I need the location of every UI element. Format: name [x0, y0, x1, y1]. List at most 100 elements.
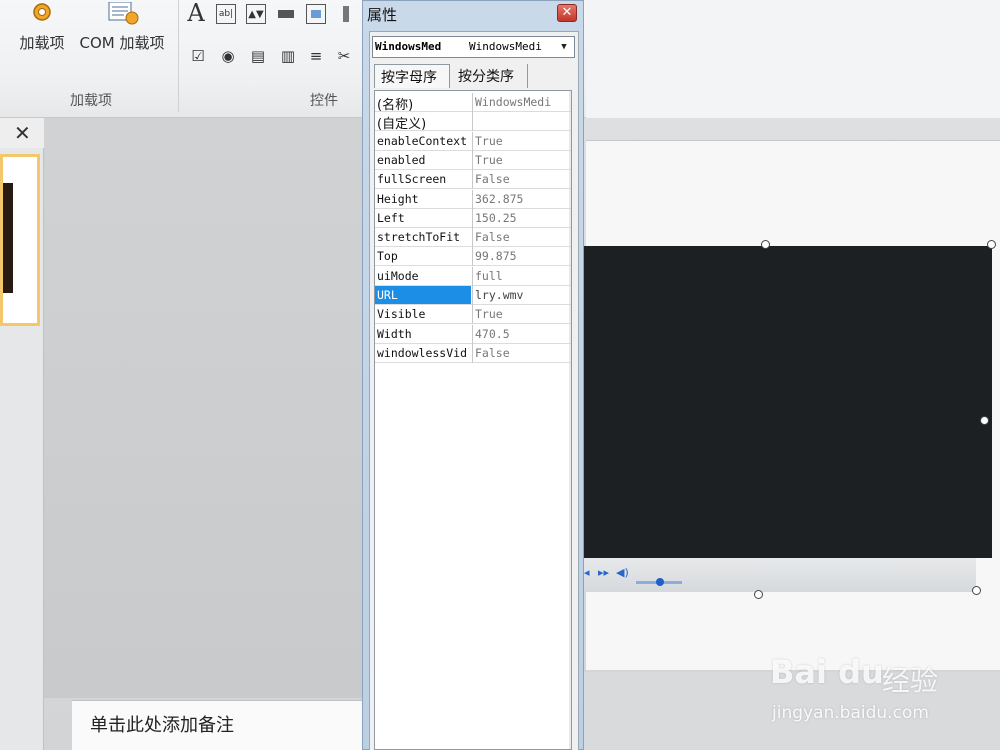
property-row[interactable]: (名称) WindowsMedi [375, 93, 571, 113]
slide-thumbnail-image [3, 183, 13, 293]
com-addins-label: COM 加载项 [79, 34, 165, 52]
slide-edit-area [44, 118, 364, 698]
property-row[interactable]: Visible True [375, 305, 571, 325]
tab-categorized[interactable]: 按分类序 [452, 64, 528, 88]
property-name: windowlessVid [377, 345, 468, 360]
property-divider [472, 208, 473, 228]
property-divider [472, 286, 473, 305]
spinbutton-control-icon[interactable]: ▲▼ [246, 4, 266, 24]
property-value[interactable]: lry.wmv [475, 288, 569, 302]
property-value[interactable]: True [475, 153, 569, 167]
volume-icon[interactable]: ◀) [616, 566, 629, 579]
property-value[interactable]: 470.5 [475, 327, 569, 341]
close-pane-icon[interactable]: ✕ [14, 122, 31, 144]
listbox-control-icon[interactable]: ▤ [248, 46, 268, 66]
object-name: WindowsMed [375, 40, 442, 53]
baidu-jingyan-watermark: Bai du 经验 jingyan.baidu.com [770, 645, 990, 735]
property-value[interactable]: WindowsMedi [475, 95, 569, 109]
property-value[interactable]: 99.875 [475, 249, 569, 263]
combobox-control-icon[interactable]: ▥ [278, 46, 298, 66]
notes-pane[interactable]: 单击此处添加备注 [72, 700, 364, 750]
optionbutton-control-icon[interactable]: ◉ [218, 46, 238, 66]
property-row[interactable]: stretchToFit False [375, 228, 571, 248]
property-name: Width [377, 326, 412, 341]
property-name: uiMode [377, 268, 419, 283]
property-name: URL [375, 286, 471, 304]
property-divider [472, 247, 473, 267]
property-divider [472, 150, 473, 170]
close-properties-button[interactable]: ✕ [557, 4, 577, 22]
chevron-down-icon[interactable]: ▼ [556, 39, 572, 55]
property-value[interactable]: 362.875 [475, 192, 569, 206]
property-row[interactable]: enabled True [375, 150, 571, 170]
property-row[interactable]: uiMode full [375, 266, 571, 286]
ribbon-empty-area [586, 0, 1000, 118]
property-divider [472, 228, 473, 248]
property-name: (名称) [377, 98, 414, 113]
property-value[interactable]: False [475, 172, 569, 186]
resize-handle-right[interactable] [980, 416, 989, 425]
image-control-icon[interactable] [306, 4, 326, 24]
com-addins-button[interactable]: COM 加载项 [72, 2, 172, 52]
property-name: (自定义) [377, 117, 427, 133]
resize-handle-top[interactable] [761, 240, 770, 249]
property-row[interactable]: Width 470.5 [375, 324, 571, 344]
windows-media-player-control[interactable] [584, 246, 992, 558]
property-divider [472, 170, 473, 190]
property-row[interactable]: windowlessVid False [375, 343, 571, 363]
properties-title: 属性 [367, 6, 398, 24]
gear-icon [33, 3, 51, 21]
property-row[interactable]: fullScreen False [375, 170, 571, 190]
property-name: Visible [377, 307, 426, 322]
object-selector[interactable]: WindowsMed WindowsMedi ▼ [372, 36, 575, 58]
object-type: WindowsMedi [469, 40, 542, 53]
watermark-url: jingyan.baidu.com [772, 703, 929, 723]
resize-handle-bottom[interactable] [754, 590, 763, 599]
com-addins-icon [108, 2, 139, 25]
label-control-icon[interactable]: A [186, 0, 206, 27]
property-row[interactable]: Top 99.875 [375, 247, 571, 267]
property-row[interactable]: Height 362.875 [375, 189, 571, 209]
property-divider [472, 324, 473, 344]
checkbox-control-icon[interactable]: ☑ [188, 46, 208, 66]
property-row[interactable]: Left 150.25 [375, 208, 571, 228]
resize-handle-top-right[interactable] [987, 240, 996, 249]
volume-slider-knob[interactable] [656, 578, 664, 586]
scrollbar-control-icon[interactable] [336, 4, 356, 24]
watermark-logo: Bai du [770, 653, 884, 691]
property-divider [472, 189, 473, 209]
textbox-control-icon[interactable]: ab| [216, 4, 236, 24]
property-value[interactable]: full [475, 269, 569, 283]
commandbutton-control-icon[interactable] [276, 4, 296, 24]
resize-handle-bottom-right[interactable] [972, 586, 981, 595]
property-name: Left [377, 210, 405, 225]
prev-icon[interactable]: ◂ [584, 566, 590, 579]
properties-body: WindowsMed WindowsMedi ▼ 按字母序 按分类序 (名称) W… [369, 31, 579, 750]
addins-button[interactable]: 加载项 [14, 2, 70, 52]
property-value[interactable]: 150.25 [475, 211, 569, 225]
property-row[interactable]: enableContext True [375, 131, 571, 151]
property-name: stretchToFit [377, 230, 461, 245]
ribbon-separator [178, 0, 179, 112]
slide-thumbnail-pane: ✕ [0, 118, 44, 750]
next-icon[interactable]: ▸▸ [598, 566, 609, 579]
slide-thumbnail[interactable] [0, 154, 40, 326]
property-row[interactable]: (自定义) [375, 112, 571, 133]
property-name: Height [377, 191, 419, 206]
property-divider [472, 266, 473, 286]
property-name: Top [377, 249, 398, 264]
property-value[interactable]: True [475, 307, 569, 321]
property-row[interactable]: URL lry.wmv [375, 286, 571, 305]
property-divider [472, 93, 473, 112]
more-controls-icon[interactable]: ✂ [334, 46, 354, 66]
powerpoint-window: 加载项 COM 加载项 加载项 A ab| ▲▼ ☑ ◉ ▤ ▥ ≡ ✂ 控件 [0, 0, 1000, 750]
togglebutton-control-icon[interactable]: ≡ [306, 46, 326, 66]
properties-title-bar[interactable]: 属性 ✕ [363, 1, 583, 27]
property-value[interactable]: False [475, 346, 569, 360]
property-value[interactable]: True [475, 134, 569, 148]
media-control-bar: ◂ ▸▸ ◀) [584, 558, 976, 592]
tab-alphabetic[interactable]: 按字母序 [374, 64, 450, 88]
property-value[interactable]: False [475, 230, 569, 244]
property-divider [472, 305, 473, 325]
property-divider [472, 131, 473, 151]
